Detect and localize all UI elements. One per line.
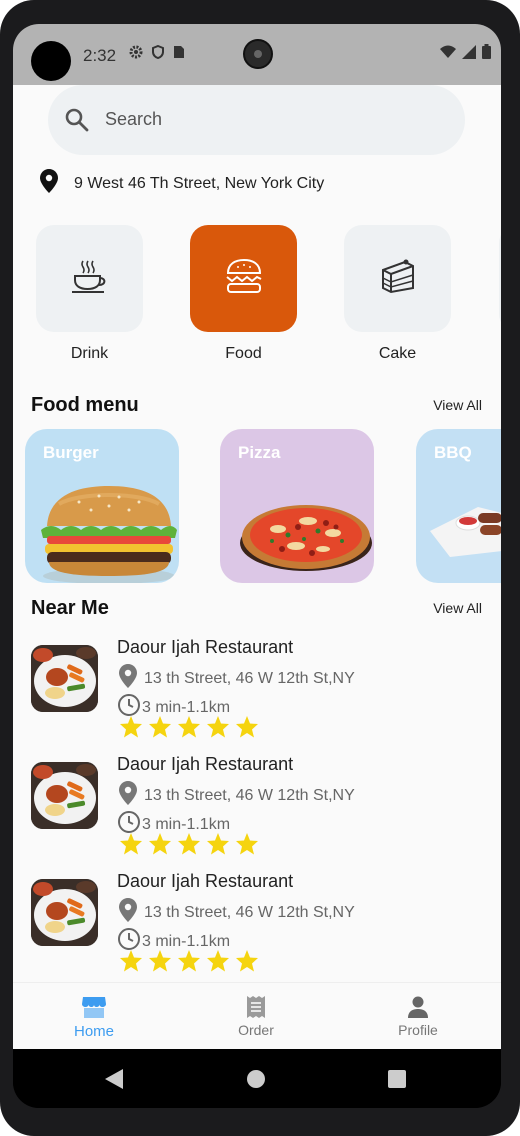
category-drink[interactable]: Drink [36,225,143,363]
restaurant-name: Daour Ijah Restaurant [117,871,294,891]
star-icon [149,833,171,855]
food-card-label: Burger [43,443,99,462]
near-me-title: Near Me [31,597,109,619]
location-address: 9 West 46 Th Street, New York City [74,174,325,192]
star-icon [178,950,200,972]
burger-icon [225,258,263,299]
burger-image [41,486,177,583]
star-icon [236,716,258,738]
pizza-image [240,505,372,571]
star-icon [120,716,142,738]
restaurant-thumbnail [31,879,98,946]
back-icon[interactable] [105,1069,123,1089]
category-label: Drink [70,345,109,362]
shield-icon [151,44,165,60]
restaurant-eta: 3 min-1.1km [142,815,231,833]
nav-profile[interactable]: Profile [368,995,468,1038]
food-card-bbq[interactable]: BBQ [416,429,501,583]
restaurant-list-item[interactable]: Daour Ijah Restaurant 13 th Street, 46 W… [31,754,491,864]
nav-label: Profile [398,1022,438,1038]
wifi-icon [440,45,456,64]
restaurant-thumbnail [31,762,98,829]
category-cake[interactable]: Cake [344,225,451,363]
system-navigation-bar [13,1049,501,1108]
rating-stars [119,832,259,856]
food-card-label: Pizza [238,443,281,462]
location-pin-icon [119,898,141,927]
settings-gear-icon [129,45,143,59]
rating-stars [119,949,259,973]
nav-order[interactable]: Order [206,995,306,1038]
search-bar[interactable]: Search [48,85,465,155]
star-icon [120,833,142,855]
food-menu-title: Food menu [31,394,139,416]
status-bar: 2:32 [13,24,501,85]
cake-icon [379,258,417,299]
star-icon [149,716,171,738]
restaurant-name: Daour Ijah Restaurant [117,754,294,774]
home-circle-icon[interactable] [247,1070,265,1088]
location-pin-icon [40,169,58,198]
food-menu-view-all-link[interactable]: View All [433,397,482,413]
front-camera [243,39,273,69]
rating-stars [119,715,259,739]
camera-cutout [31,41,71,81]
app-content: Search 9 West 46 Th Street, New York Cit… [13,85,501,1049]
food-card-pizza[interactable]: Pizza [220,429,374,583]
star-icon [149,950,171,972]
store-icon [44,995,144,1023]
star-icon [207,716,229,738]
search-placeholder: Search [105,109,163,129]
star-icon [236,950,258,972]
restaurant-name: Daour Ijah Restaurant [117,637,294,657]
restaurant-address: 13 th Street, 46 W 12th St,NY [144,903,355,921]
screen: 2:32 Search 9 West 46 Th Street, New Yor… [13,24,501,1108]
restaurant-list-item[interactable]: Daour Ijah Restaurant 13 th Street, 46 W… [31,871,491,981]
category-tile-partial[interactable] [499,225,501,332]
star-icon [207,950,229,972]
bbq-image [430,507,501,557]
star-icon [178,833,200,855]
category-label: Food [225,345,262,362]
location-row[interactable]: 9 West 46 Th Street, New York City [40,169,324,198]
recents-square-icon[interactable] [388,1070,406,1088]
person-icon [368,995,468,1022]
coffee-cup-icon [70,258,110,299]
search-icon [64,107,90,138]
nav-label: Order [238,1022,274,1038]
battery-icon [482,44,491,64]
restaurant-eta: 3 min-1.1km [142,698,231,716]
restaurant-address: 13 th Street, 46 W 12th St,NY [144,786,355,804]
nav-label: Home [73,1023,114,1040]
location-pin-icon [119,781,141,810]
bottom-navigation: Home Order Profile [13,982,501,1049]
star-icon [207,833,229,855]
star-icon [236,833,258,855]
star-icon [120,950,142,972]
food-card-burger[interactable]: Burger [25,429,179,583]
restaurant-list-item[interactable]: Daour Ijah Restaurant 13 th Street, 46 W… [31,637,491,747]
location-pin-icon [119,664,141,693]
restaurant-address: 13 th Street, 46 W 12th St,NY [144,669,355,687]
near-me-view-all-link[interactable]: View All [433,600,482,616]
category-label: Cake [378,345,417,362]
sim-card-icon [173,45,187,59]
phone-frame: 2:32 Search 9 West 46 Th Street, New Yor… [0,0,520,1136]
status-time: 2:32 [83,46,117,65]
receipt-icon [206,995,306,1022]
signal-icon [462,44,476,64]
restaurant-thumbnail [31,645,98,712]
category-food[interactable]: Food [190,225,297,363]
star-icon [178,716,200,738]
nav-home[interactable]: Home [44,995,144,1040]
food-card-label: BBQ [434,443,472,462]
restaurant-eta: 3 min-1.1km [142,932,231,950]
